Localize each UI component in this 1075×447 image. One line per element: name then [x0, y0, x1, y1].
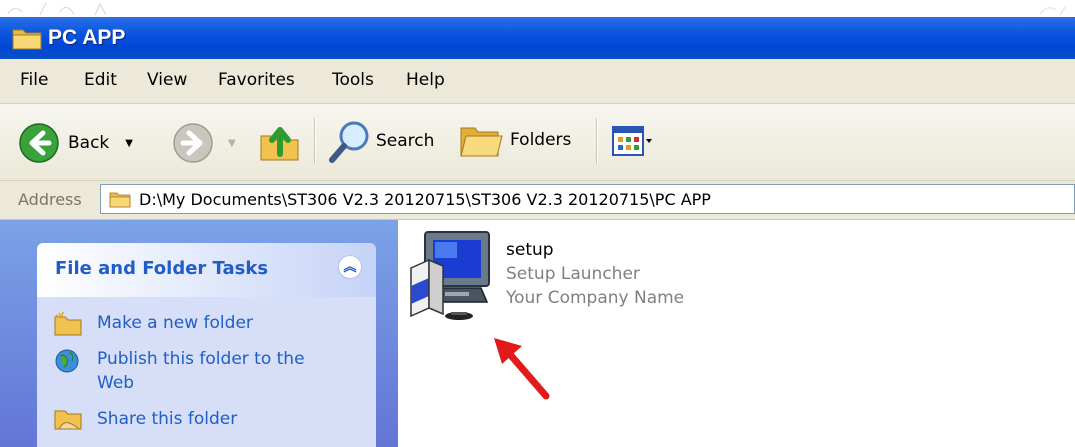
- menu-view[interactable]: View: [147, 70, 187, 90]
- folder-icon: [109, 192, 131, 208]
- menu-favorites[interactable]: Favorites: [218, 70, 295, 90]
- file-description: Setup Launcher: [506, 264, 640, 284]
- title-bar[interactable]: PC APP: [0, 17, 1075, 59]
- back-arrow-icon: [19, 123, 59, 163]
- task-label: Publish this folder to the Web: [97, 349, 305, 393]
- folder-icon: [12, 29, 42, 50]
- menu-help[interactable]: Help: [406, 70, 445, 90]
- task-label: Make a new folder: [97, 313, 253, 333]
- file-company: Your Company Name: [506, 288, 685, 308]
- share-folder-icon: [54, 410, 82, 430]
- address-path: D:\My Documents\ST306 V2.3 20120715\ST30…: [139, 190, 711, 209]
- task-panel-body: Make a new folder Publish this folder to…: [37, 297, 376, 447]
- collapse-chevron-icon[interactable]: ︽: [338, 255, 362, 279]
- forward-dropdown-icon[interactable]: ▼: [228, 138, 236, 149]
- address-input[interactable]: D:\My Documents\ST306 V2.3 20120715\ST30…: [100, 184, 1075, 214]
- up-folder-button[interactable]: [258, 120, 304, 164]
- annotation-arrow-icon: [494, 338, 550, 400]
- back-label: Back: [68, 133, 110, 153]
- publish-web-icon: [55, 349, 79, 373]
- folders-label: Folders: [510, 130, 572, 150]
- standard-toolbar: Back ▼ ▼ Search Folders: [0, 104, 1075, 181]
- views-button[interactable]: [612, 126, 652, 156]
- task-panel-title: File and Folder Tasks: [55, 258, 269, 279]
- task-panel-header[interactable]: File and Folder Tasks ︽: [37, 243, 376, 297]
- search-label: Search: [376, 131, 435, 151]
- task-publish-to-web[interactable]: Publish this folder to the Web: [53, 347, 313, 395]
- top-edge-decoration: [7, 2, 1067, 16]
- task-label: Share this folder: [97, 409, 238, 429]
- task-share-folder[interactable]: Share this folder: [53, 407, 237, 433]
- setup-installer-icon: [410, 231, 490, 320]
- search-icon: [329, 121, 369, 163]
- search-button[interactable]: Search: [328, 118, 434, 164]
- menu-edit[interactable]: Edit: [84, 70, 117, 90]
- task-make-new-folder[interactable]: Make a new folder: [53, 311, 253, 337]
- menu-bar: File Edit View Favorites Tools Help: [0, 59, 1075, 104]
- file-name: setup: [506, 240, 554, 260]
- folders-button[interactable]: Folders: [458, 120, 571, 160]
- toolbar-separator: [596, 118, 598, 164]
- toolbar-separator: [314, 118, 316, 164]
- back-dropdown-icon[interactable]: ▼: [125, 138, 133, 149]
- forward-button[interactable]: ▼: [172, 122, 236, 164]
- up-folder-icon: [260, 127, 299, 161]
- window-title: PC APP: [48, 26, 126, 49]
- back-button[interactable]: Back ▼: [18, 122, 133, 164]
- task-pane: File and Folder Tasks ︽ Make a new folde…: [0, 220, 398, 447]
- new-folder-icon: [54, 311, 82, 336]
- forward-arrow-icon: [173, 123, 213, 163]
- menu-tools[interactable]: Tools: [332, 70, 374, 90]
- address-bar: Address D:\My Documents\ST306 V2.3 20120…: [0, 181, 1075, 220]
- folders-icon: [460, 127, 503, 157]
- menu-file[interactable]: File: [20, 70, 48, 90]
- views-icon: [612, 126, 652, 156]
- address-label: Address: [18, 190, 82, 209]
